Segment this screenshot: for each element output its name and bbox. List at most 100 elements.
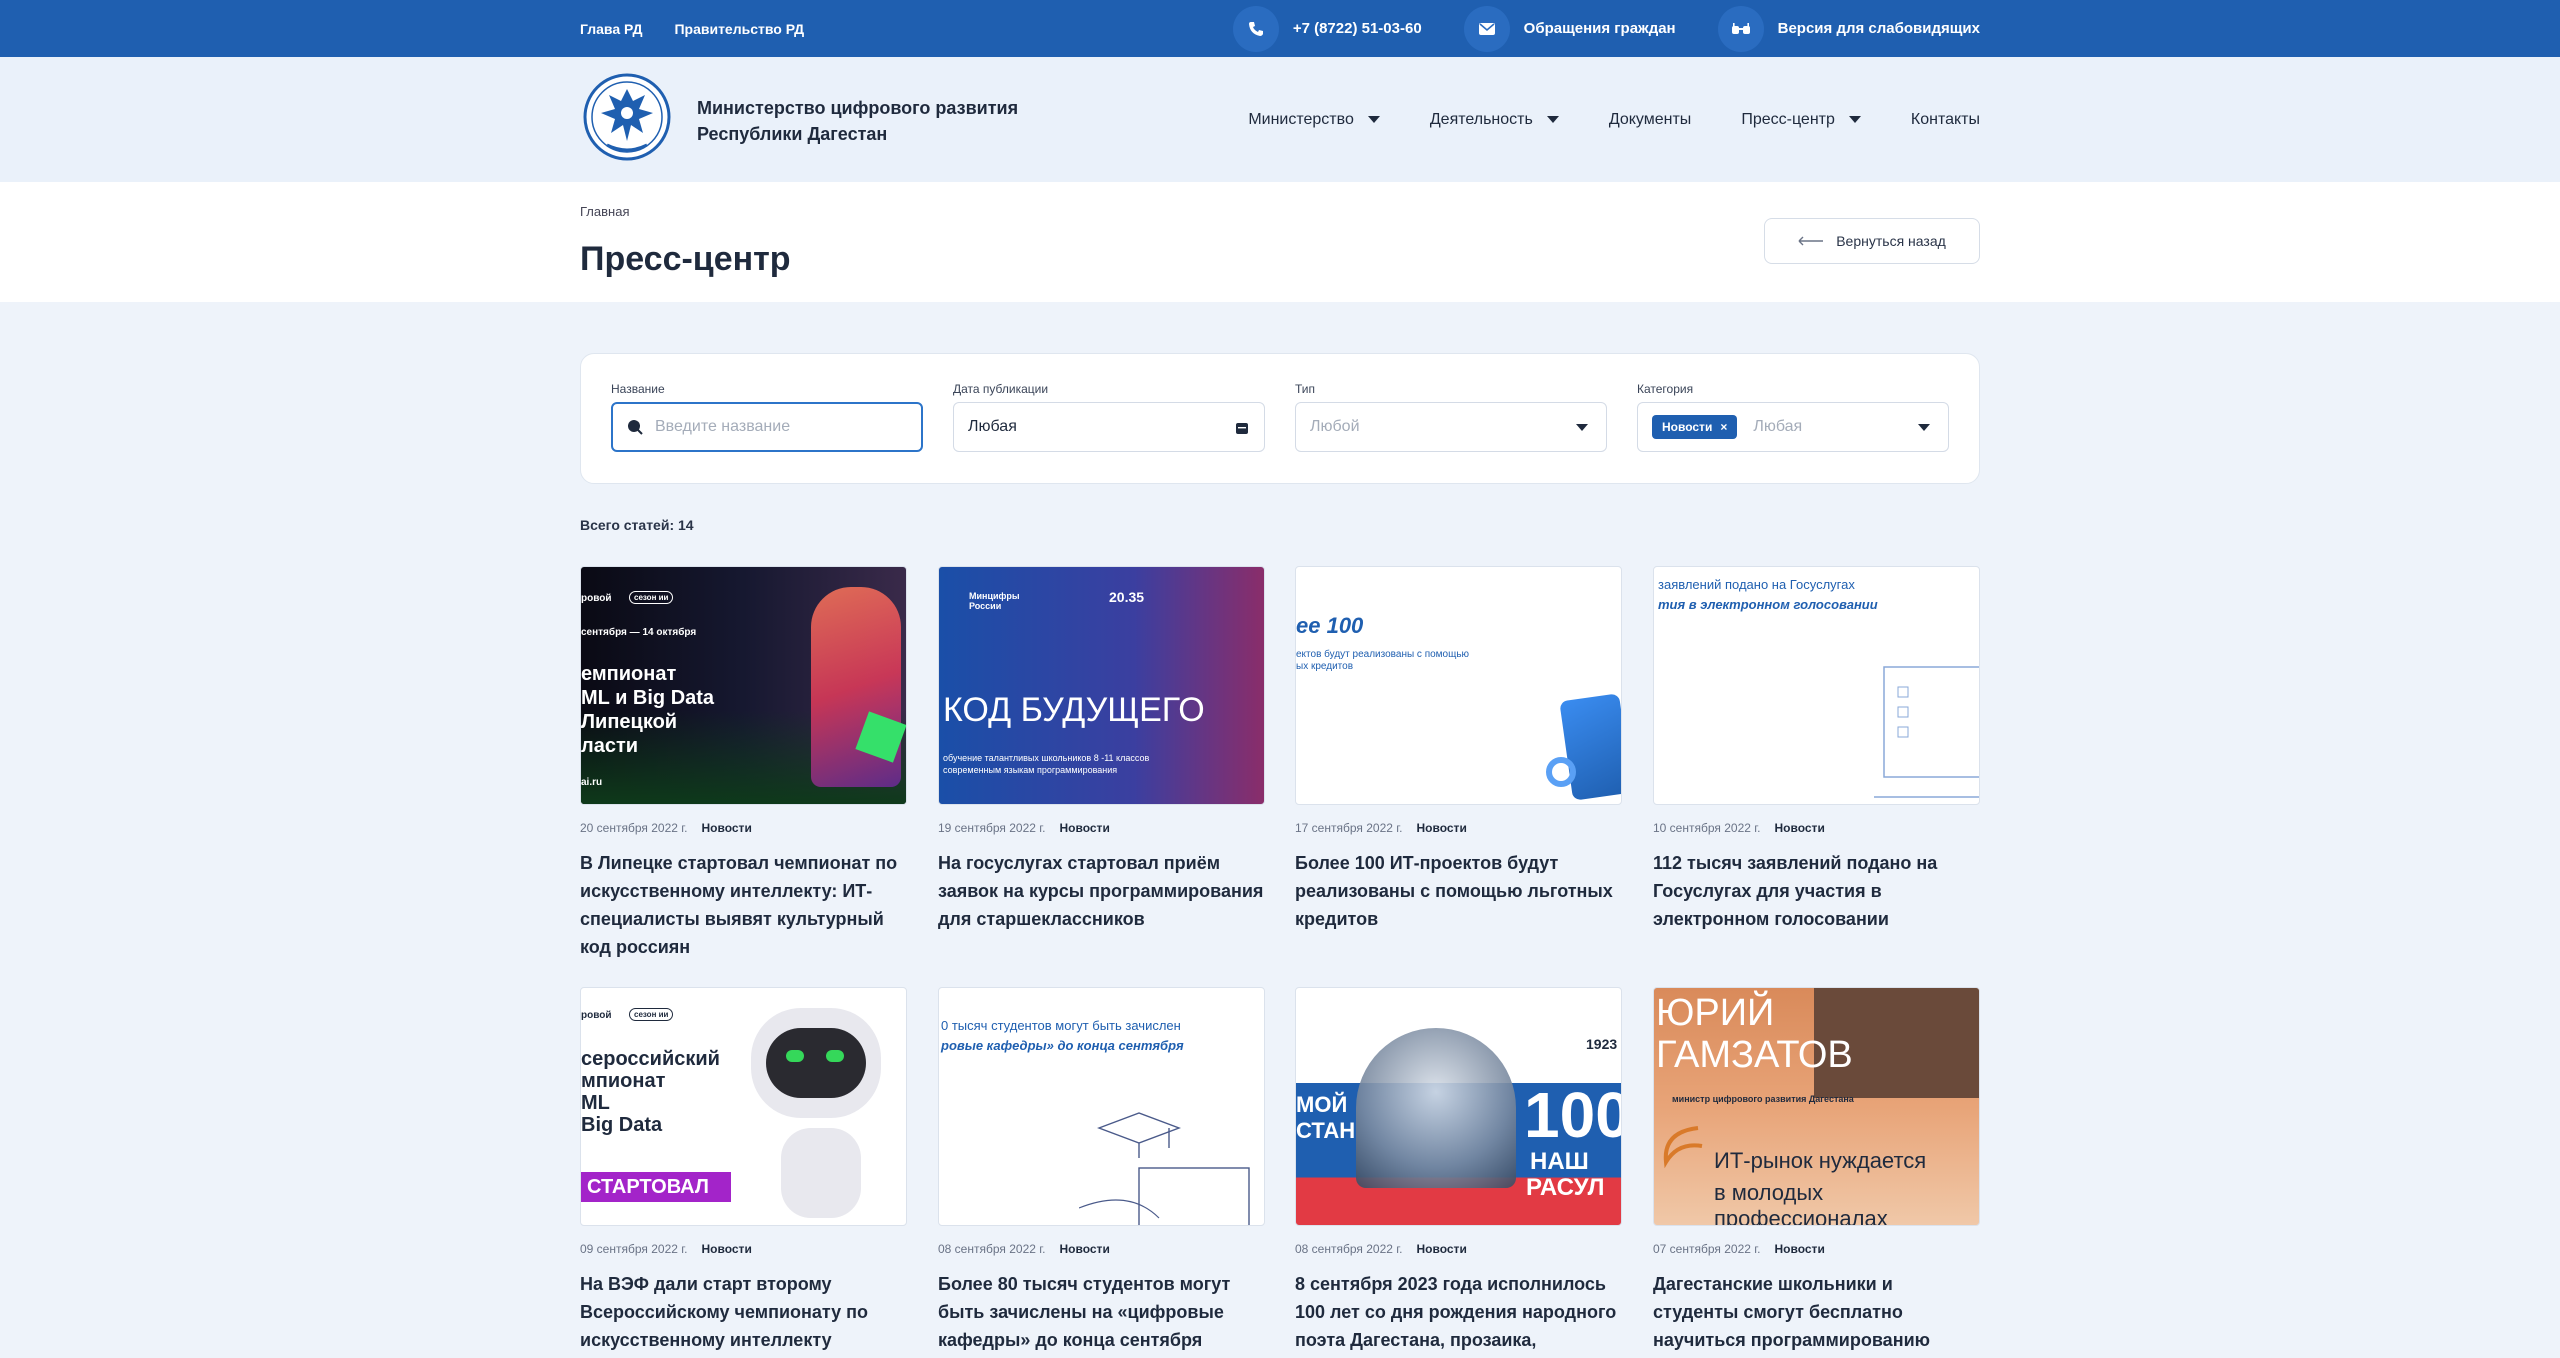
news-date: 08 сентября 2022 г. [938,1242,1046,1256]
image-text: мпионат [581,1070,666,1092]
image-text: Big Data [581,1114,663,1136]
coat-of-arms-logo[interactable] [583,71,671,163]
nav-contacts[interactable]: Контакты [1911,111,1980,129]
type-placeholder: Любой [1310,418,1360,435]
appeals-link[interactable]: Обращения граждан [1463,5,1676,52]
image-text: 100 [1524,1079,1622,1151]
news-date: 10 сентября 2022 г. [1653,821,1761,835]
image-text: РАСУЛ [1526,1174,1605,1201]
news-meta: 19 сентября 2022 г. Новости [938,821,1265,835]
filter-date-label: Дата публикации [953,382,1049,396]
filter-category: Категория Новости × Любая [1637,382,1949,452]
news-card[interactable]: Минцифры России 20.35 КОД БУДУЩЕГО обуче… [938,566,1265,933]
back-button-label: Вернуться назад [1836,233,1946,249]
image-text: сентября — 14 октября [581,627,697,638]
news-category[interactable]: Новости [1775,821,1825,835]
image-text: ых кредитов [1296,661,1354,672]
news-meta: 08 сентября 2022 г. Новости [1295,1242,1622,1256]
image-text: России [969,601,1002,611]
nav-contacts-label: Контакты [1910,110,1980,128]
news-image[interactable]: МОЙ СТАН 1923 100 НАШ РАСУЛ [1295,987,1622,1226]
news-date: 09 сентября 2022 г. [580,1242,688,1256]
image-text: СТАРТОВАЛ [587,1176,709,1198]
news-card[interactable]: ЮРИЙ ГАМЗАТОВ министр цифрового развития… [1653,987,1980,1354]
news-title[interactable]: В Липецке стартовал чемпионат по искусст… [580,849,907,961]
accessibility-link[interactable]: Версия для слабовидящих [1717,5,1980,52]
nav-press-center[interactable]: Пресс-центр [1741,111,1861,129]
news-category[interactable]: Новости [1775,1242,1825,1256]
chevron-down-icon [1918,424,1930,431]
news-image[interactable]: ровой сезон ии сероссийский мпионат ML B… [580,987,907,1226]
image-text: в молодых профессионалах [1714,1180,1888,1226]
search-input[interactable]: Введите название [611,402,923,452]
news-title[interactable]: 8 сентября 2023 года исполнилось 100 лет… [1295,1270,1622,1354]
image-text: министр цифрового развития Дагестана [1672,1094,1854,1104]
news-category[interactable]: Новости [1417,1242,1467,1256]
news-date: 08 сентября 2022 г. [1295,1242,1403,1256]
news-title[interactable]: 112 тысяч заявлений подано на Госуслугах… [1653,849,1980,933]
news-category[interactable]: Новости [1417,821,1467,835]
image-text: СТАН [1296,1118,1356,1143]
news-category[interactable]: Новости [702,1242,752,1256]
news-image[interactable]: заявлений подано на Госуслугах тия в эле… [1653,566,1980,805]
category-placeholder: Любая [1753,418,1803,435]
breadcrumb[interactable]: Главная [580,204,629,219]
type-select[interactable]: Любой [1295,402,1607,452]
news-date: 17 сентября 2022 г. [1295,821,1403,835]
date-select[interactable]: Любая [953,402,1265,452]
news-card[interactable]: 0 тысяч студентов могут быть зачислен ро… [938,987,1265,1354]
news-image[interactable]: ее 100 ектов будут реализованы с помощью… [1295,566,1622,805]
close-icon[interactable]: × [1720,420,1727,434]
organization-name[interactable]: Министерство цифрового развития Республи… [697,95,1077,147]
news-card[interactable]: ровой сезон ии сентября — 14 октября емп… [580,566,907,961]
news-meta: 09 сентября 2022 г. Новости [580,1242,907,1256]
nav-ministry-label: Министерство [1248,110,1354,128]
back-button[interactable]: Вернуться назад [1764,218,1980,264]
page-title: Пресс-центр [580,240,791,278]
news-category[interactable]: Новости [1060,821,1110,835]
news-card[interactable]: ровой сезон ии сероссийский мпионат ML B… [580,987,907,1354]
news-title[interactable]: Дагестанские школьники и студенты смогут… [1653,1270,1980,1354]
news-card[interactable]: заявлений подано на Госуслугах тия в эле… [1653,566,1980,933]
news-image[interactable]: ровой сезон ии сентября — 14 октября емп… [580,566,907,805]
image-text: современным языкам программирования [943,765,1118,775]
news-image[interactable]: 0 тысяч студентов могут быть зачислен ро… [938,987,1265,1226]
nav-ministry[interactable]: Министерство [1248,111,1380,129]
news-title[interactable]: Более 100 ИТ-проектов будут реализованы … [1295,849,1622,933]
nav-activity[interactable]: Деятельность [1430,111,1559,129]
mail-icon [1463,5,1510,52]
news-title[interactable]: На ВЭФ дали старт второму Всероссийскому… [580,1270,907,1354]
link-government-rd[interactable]: Правительство РД [674,21,804,37]
news-image[interactable]: Минцифры России 20.35 КОД БУДУЩЕГО обуче… [938,566,1265,805]
nav-press-center-label: Пресс-центр [1741,110,1835,128]
news-image[interactable]: ЮРИЙ ГАМЗАТОВ министр цифрового развития… [1653,987,1980,1226]
news-title[interactable]: Более 80 тысяч студентов могут быть зачи… [938,1270,1265,1354]
articles-count: Всего статей: 14 [580,517,694,533]
news-card[interactable]: ее 100 ектов будут реализованы с помощью… [1295,566,1622,933]
appeals-label: Обращения граждан [1523,20,1676,37]
phone-link[interactable]: +7 (8722) 51-03-60 [1232,5,1422,52]
news-card[interactable]: МОЙ СТАН 1923 100 НАШ РАСУЛ 08 сентября … [1295,987,1622,1354]
nav-activity-label: Деятельность [1429,110,1533,128]
search-icon [628,420,643,435]
news-title[interactable]: На госуслугах стартовал приём заявок на … [938,849,1265,933]
news-category[interactable]: Новости [702,821,752,835]
image-text: 20.35 [1109,589,1145,605]
link-head-rd[interactable]: Глава РД [580,21,642,37]
chevron-down-icon [1546,116,1559,123]
news-category[interactable]: Новости [1060,1242,1110,1256]
nav-documents[interactable]: Документы [1609,111,1691,129]
filter-type-label: Тип [1295,382,1316,396]
date-value: Любая [968,418,1017,435]
image-text: ласти [581,735,639,757]
category-tag[interactable]: Новости × [1652,415,1738,439]
nav-documents-label: Документы [1608,110,1692,128]
top-bar: Глава РД Правительство РД +7 (8722) 51-0… [0,0,2560,57]
image-text: ровой [581,593,612,604]
category-tag-label: Новости [1662,420,1713,434]
image-text: ML [581,1092,610,1114]
filter-name-label: Название [611,382,665,396]
image-text: сероссийский [581,1048,720,1070]
news-meta: 07 сентября 2022 г. Новости [1653,1242,1980,1256]
category-select[interactable]: Новости × Любая [1637,402,1949,452]
